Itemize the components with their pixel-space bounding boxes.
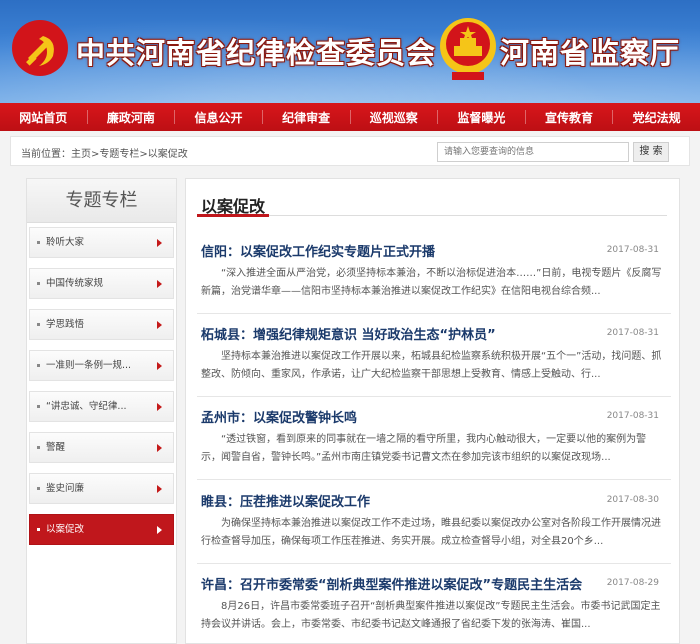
sidebar-item-label: 以案促改 [46, 524, 85, 535]
sidebar-item-label: 学思践悟 [46, 319, 85, 330]
bullet-icon [37, 528, 40, 531]
sidebar-list: 聆听大家 中国传统家规 学思践悟 一准则一条例一规... “讲忠诚、守纪律...… [27, 223, 176, 545]
party-emblem-icon [12, 20, 68, 76]
article-summary: 坚持标本兼治推进以案促改工作开展以来，柘城县纪检监察系统积极开展“五个一”活动，… [201, 351, 662, 380]
triangle-right-icon [157, 485, 162, 493]
sidebar-item-study[interactable]: 学思践悟 [29, 309, 174, 340]
article-summary: 为确保坚持标本兼治推进以案促改工作不走过场，睢县纪委以案促改办公室对各阶段工作开… [201, 518, 661, 547]
nav-item-home[interactable]: 网站首页 [0, 109, 87, 126]
sidebar-heading: 专题专栏 [27, 179, 176, 223]
banner-title-commission: 中共河南省纪律检查委员会 [76, 36, 437, 70]
sidebar-item-warning[interactable]: 警醒 [29, 432, 174, 463]
sidebar-item-loyalty[interactable]: “讲忠诚、守纪律... [29, 391, 174, 422]
triangle-right-icon [157, 362, 162, 370]
sidebar-item-case-reform[interactable]: 以案促改 [29, 514, 174, 545]
search-input[interactable] [437, 142, 629, 162]
triangle-right-icon [157, 444, 162, 452]
nav-item-regulations[interactable]: 党纪法规 [613, 109, 700, 126]
article-date: 2017-08-31 [606, 245, 659, 255]
triangle-right-icon [157, 321, 162, 329]
breadcrumb-bar: 当前位置：主页>专题专栏>以案促改 搜 索 [10, 136, 690, 166]
main-nav: 网站首页 廉政河南 信息公开 纪律审查 巡视巡察 监督曝光 宣传教育 党纪法规 [0, 103, 700, 131]
article-title-link[interactable]: 孟州市：以案促改警钟长鸣 [201, 407, 357, 426]
sidebar-item-regulations[interactable]: 一准则一条例一规... [29, 350, 174, 381]
article-date: 2017-08-31 [606, 328, 659, 338]
bullet-icon [37, 241, 40, 244]
article-title-link[interactable]: 睢县：压茬推进以案促改工作 [201, 491, 370, 510]
sidebar-item-label: “讲忠诚、守纪律... [46, 401, 127, 412]
sidebar-item-family-rules[interactable]: 中国传统家规 [29, 268, 174, 299]
article-date: 2017-08-29 [606, 578, 659, 588]
triangle-right-icon [157, 526, 162, 534]
sidebar-item-history[interactable]: 鉴史问廉 [29, 473, 174, 504]
article-title-link[interactable]: 柘城县：增强纪律规矩意识 当好政治生态“护林员” [201, 324, 496, 343]
triangle-right-icon [157, 239, 162, 247]
article-title-link[interactable]: 信阳：以案促改工作纪实专题片正式开播 [201, 241, 435, 260]
national-emblem-icon [440, 18, 496, 80]
nav-item-exposure[interactable]: 监督曝光 [438, 109, 525, 126]
sidebar-item-label: 中国传统家规 [46, 278, 104, 289]
nav-item-disclosure[interactable]: 信息公开 [175, 109, 262, 126]
triangle-right-icon [157, 403, 162, 411]
article-summary: “深入推进全面从严治党，必须坚持标本兼治，不断以治标促进治本……”日前，电视专题… [201, 268, 662, 297]
sidebar-item-label: 警醒 [46, 442, 66, 453]
bullet-icon [37, 323, 40, 326]
breadcrumb: 当前位置：主页>专题专栏>以案促改 [21, 145, 188, 160]
sidebar-item-label: 聆听大家 [46, 237, 85, 248]
article-list-panel: 以案促改 信阳：以案促改工作纪实专题片正式开播 2017-08-31 “深入推进… [185, 178, 680, 644]
breadcrumb-label: 当前位置： [21, 149, 71, 160]
article-summary: “透过铁窗，看到原来的同事就在一墙之隔的看守所里，我内心触动很大，一定要以他的案… [201, 434, 647, 463]
bullet-icon [37, 364, 40, 367]
row-divider [197, 563, 671, 564]
nav-item-inspection[interactable]: 巡视巡察 [351, 109, 438, 126]
title-accent-bar [197, 214, 269, 217]
article-summary: 8月26日，许昌市委常委班子召开“剖析典型案件推进以案促改”专题民主生活会。市委… [201, 601, 661, 630]
row-divider [197, 479, 671, 480]
sidebar-item-listen[interactable]: 聆听大家 [29, 227, 174, 258]
row-divider [197, 313, 671, 314]
bullet-icon [37, 446, 40, 449]
nav-item-discipline-review[interactable]: 纪律审查 [263, 109, 350, 126]
search-button[interactable]: 搜 索 [633, 142, 669, 162]
nav-item-clean-henan[interactable]: 廉政河南 [88, 109, 175, 126]
article-date: 2017-08-30 [606, 495, 659, 505]
article-title-link[interactable]: 许昌：召开市委常委“剖析典型案件推进以案促改”专题民主生活会 [201, 574, 582, 593]
row-divider [197, 396, 671, 397]
bullet-icon [37, 405, 40, 408]
sidebar-item-label: 鉴史问廉 [46, 483, 85, 494]
triangle-right-icon [157, 280, 162, 288]
banner-title-supervision: 河南省监察厅 [500, 36, 681, 70]
nav-item-education[interactable]: 宣传教育 [526, 109, 613, 126]
site-banner: 中共河南省纪律检查委员会 河南省监察厅 [0, 0, 700, 103]
topic-sidebar: 专题专栏 聆听大家 中国传统家规 学思践悟 一准则一条例一规... “讲忠诚、守… [26, 178, 177, 644]
article-date: 2017-08-31 [606, 411, 659, 421]
bullet-icon [37, 282, 40, 285]
breadcrumb-path[interactable]: 主页>专题专栏>以案促改 [71, 149, 188, 160]
bullet-icon [37, 487, 40, 490]
sidebar-item-label: 一准则一条例一规... [46, 360, 132, 371]
